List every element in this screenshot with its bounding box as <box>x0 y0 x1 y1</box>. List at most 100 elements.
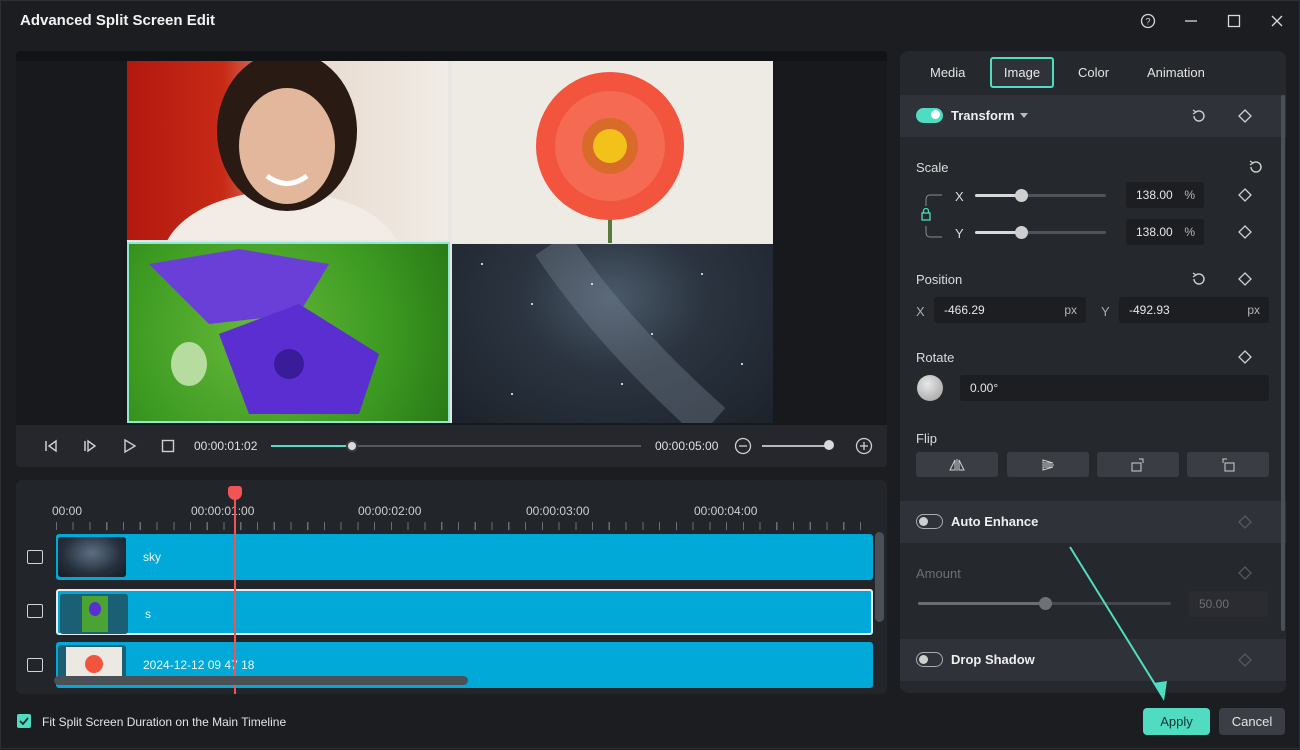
auto-enhance-title: Auto Enhance <box>951 514 1039 529</box>
amount-fill <box>918 602 1045 605</box>
prev-frame-icon[interactable] <box>39 434 63 458</box>
ruler-label: 00:00:01:00 <box>191 504 255 518</box>
ruler-label: 00:00:03:00 <box>526 504 590 518</box>
flip-vertical-button[interactable] <box>1007 452 1089 477</box>
scale-reset-icon[interactable] <box>1247 158 1265 176</box>
transform-title: Transform <box>951 108 1015 123</box>
ruler-label: 00:00:02:00 <box>358 504 422 518</box>
playhead-handle[interactable] <box>228 486 242 500</box>
scale-x-slider[interactable] <box>975 194 1106 197</box>
position-reset-icon[interactable] <box>1190 270 1208 288</box>
play-icon[interactable] <box>117 434 141 458</box>
panel-tabs: Media Image Color Animation <box>900 51 1286 95</box>
maximize-icon[interactable] <box>1222 10 1246 32</box>
split-screen-canvas[interactable] <box>127 61 773 423</box>
apply-button[interactable]: Apply <box>1143 708 1210 735</box>
position-label: Position <box>916 272 963 287</box>
tab-color[interactable]: Color <box>1078 65 1109 80</box>
flip-horizontal-button[interactable] <box>916 452 998 477</box>
position-y-unit: px <box>1247 303 1260 317</box>
keyframe-icon[interactable] <box>1236 348 1254 366</box>
zoom-slider[interactable] <box>762 445 832 447</box>
position-x-input[interactable]: -466.29 px <box>934 297 1086 323</box>
scale-label: Scale <box>916 160 949 175</box>
timeline-vertical-scrollbar[interactable] <box>875 532 884 622</box>
rotate-right-button[interactable] <box>1097 452 1179 477</box>
auto-enhance-toggle[interactable] <box>916 514 943 529</box>
scale-x-handle[interactable] <box>1015 189 1028 202</box>
rotate-cw-icon <box>1131 458 1144 471</box>
ruler-label: 00:00 <box>52 504 83 518</box>
cancel-button[interactable]: Cancel <box>1219 708 1285 735</box>
scale-x-value: 138.00 <box>1136 188 1173 202</box>
current-time: 00:00:01:02 <box>194 439 258 453</box>
split-cell-flower[interactable] <box>452 61 773 243</box>
drop-shadow-title: Drop Shadow <box>951 652 1035 667</box>
flip-vertical-icon <box>1042 458 1054 471</box>
flip-horizontal-icon <box>949 458 965 471</box>
lock-icon[interactable] <box>917 205 935 223</box>
zoom-out-icon[interactable] <box>731 434 755 458</box>
drop-shadow-section-header[interactable]: Drop Shadow <box>900 639 1286 681</box>
scale-y-unit: % <box>1184 225 1195 239</box>
stop-icon[interactable] <box>156 434 180 458</box>
rotate-left-button[interactable] <box>1187 452 1269 477</box>
keyframe-icon[interactable] <box>1236 223 1254 241</box>
next-frame-icon[interactable] <box>78 434 102 458</box>
split-cell-sky[interactable] <box>452 244 773 423</box>
rotate-label: Rotate <box>916 350 955 365</box>
close-icon[interactable] <box>1265 10 1289 32</box>
amount-value: 50.00 <box>1199 597 1230 611</box>
reset-icon[interactable] <box>1190 107 1208 125</box>
scale-y-handle[interactable] <box>1015 226 1028 239</box>
split-cell-bellflower[interactable] <box>127 242 450 423</box>
transform-toggle[interactable] <box>916 108 943 123</box>
track-clip-sky[interactable]: sky <box>56 534 873 580</box>
split-cell-portrait[interactable] <box>127 61 448 240</box>
keyframe-icon[interactable] <box>1236 107 1254 125</box>
chevron-down-icon[interactable] <box>1015 107 1033 125</box>
timeline-horizontal-scrollbar[interactable] <box>54 676 468 685</box>
scale-x-input[interactable]: 138.00 % <box>1126 182 1204 208</box>
auto-enhance-section-header[interactable]: Auto Enhance <box>900 501 1286 543</box>
fit-duration-checkbox[interactable] <box>17 714 31 728</box>
transform-section-header[interactable]: Transform <box>900 95 1286 137</box>
minimize-icon[interactable] <box>1179 10 1203 32</box>
keyframe-icon <box>1236 564 1254 582</box>
keyframe-icon <box>1236 513 1254 531</box>
zoom-in-icon[interactable] <box>852 434 876 458</box>
total-time: 00:00:05:00 <box>655 439 719 453</box>
preview-top-strip <box>16 51 887 61</box>
tab-media[interactable]: Media <box>930 65 965 80</box>
keyframe-icon[interactable] <box>1236 186 1254 204</box>
clip-label: s <box>145 607 151 621</box>
scale-x-label: X <box>955 189 964 204</box>
flip-label: Flip <box>916 431 937 446</box>
track-clip-s[interactable]: s <box>56 589 873 635</box>
tab-image[interactable]: Image <box>990 57 1054 88</box>
split-screen-window: Advanced Split Screen Edit ? 00:00:01:02… <box>0 0 1300 749</box>
seek-handle[interactable] <box>346 440 359 452</box>
scale-y-input[interactable]: 138.00 % <box>1126 219 1204 245</box>
amount-handle <box>1039 597 1052 610</box>
panel-scrollbar[interactable] <box>1281 95 1285 631</box>
rotate-dial[interactable] <box>917 375 943 401</box>
playhead-line <box>234 492 236 694</box>
timeline: 00:00 00:00:01:00 00:00:02:00 00:00:03:0… <box>16 480 887 694</box>
title-bar: Advanced Split Screen Edit ? <box>1 1 1300 41</box>
zoom-handle[interactable] <box>824 440 834 450</box>
drop-shadow-toggle[interactable] <box>916 652 943 667</box>
keyframe-icon <box>1236 651 1254 669</box>
position-x-label: X <box>916 304 925 319</box>
ruler-ticks <box>56 522 876 530</box>
fit-duration-label: Fit Split Screen Duration on the Main Ti… <box>42 715 287 729</box>
position-y-input[interactable]: -492.93 px <box>1119 297 1269 323</box>
scale-x-unit: % <box>1184 188 1195 202</box>
seek-bar[interactable] <box>271 440 641 452</box>
help-icon[interactable]: ? <box>1136 10 1160 32</box>
tab-animation[interactable]: Animation <box>1147 65 1205 80</box>
keyframe-icon[interactable] <box>1236 270 1254 288</box>
scale-y-slider[interactable] <box>975 231 1106 234</box>
svg-text:?: ? <box>1145 17 1150 27</box>
rotate-input[interactable]: 0.00° <box>960 375 1269 401</box>
